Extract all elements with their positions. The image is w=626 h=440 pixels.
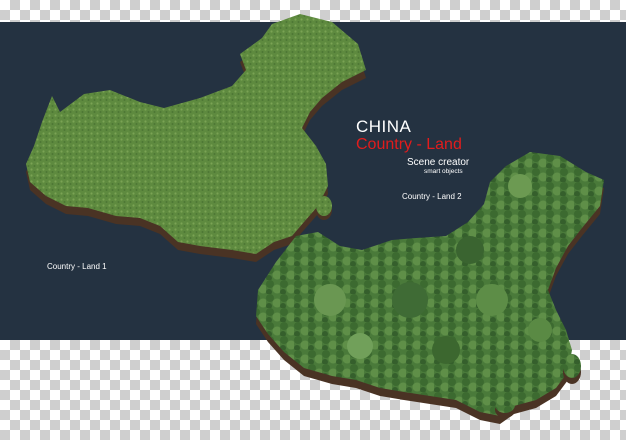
title-main: CHINA xyxy=(356,117,412,136)
title-subtitle: Country - Land xyxy=(356,136,462,153)
map-illustrations xyxy=(26,14,604,424)
title-block: CHINA Country - Land xyxy=(356,118,462,153)
land-1-map xyxy=(26,14,366,262)
title-creator: Scene creator xyxy=(407,157,470,168)
land-1-grass-top xyxy=(26,14,366,254)
image-canvas: CHINA Country - Land Scene creator smart… xyxy=(0,0,626,440)
title-small-note: smart objects xyxy=(424,168,463,175)
land-2-label: Country - Land 2 xyxy=(402,192,462,201)
land-1-label: Country - Land 1 xyxy=(47,262,107,271)
